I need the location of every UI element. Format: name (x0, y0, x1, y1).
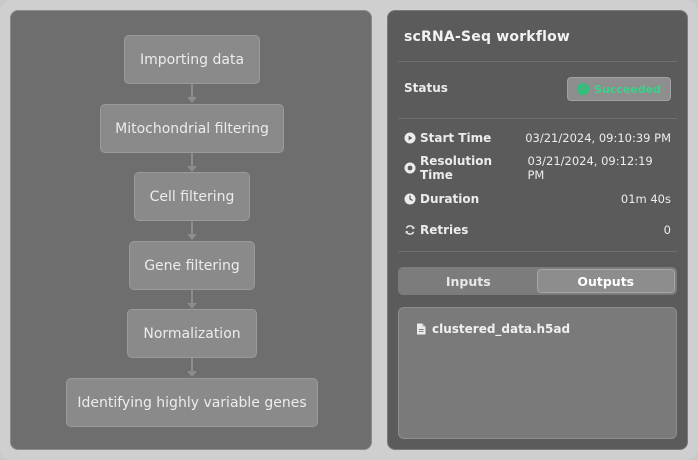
resolution-time-value: 03/21/2024, 09:12:19 PM (527, 154, 653, 182)
workflow-step-normalization[interactable]: Normalization (127, 309, 257, 358)
workflow-details-panel: scRNA-Seq workflow Status ✓ Succeeded St… (387, 10, 688, 450)
file-name: clustered_data.h5ad (432, 322, 571, 336)
tab-inputs[interactable]: Inputs (400, 269, 537, 293)
retry-icon (404, 224, 416, 236)
clock-icon (404, 193, 416, 205)
play-circle-icon (404, 132, 416, 144)
resolution-time-row: Resolution Time 03/21/2024, 09:12:19 PM (404, 154, 671, 182)
status-value: Succeeded (594, 82, 661, 96)
panel-title: scRNA-Seq workflow (404, 29, 571, 45)
workflow-step-mitochondrial-filtering[interactable]: Mitochondrial filtering (100, 104, 284, 153)
tab-outputs[interactable]: Outputs (536, 269, 675, 293)
retries-row: Retries 0 (404, 220, 671, 240)
connector-line (191, 290, 193, 304)
duration-row: Duration 01m 40s (404, 189, 671, 209)
resolution-time-label: Resolution Time (420, 154, 493, 182)
retries-value: 0 (663, 223, 671, 237)
workflow-step-identifying-hvg[interactable]: Identifying highly variable genes (66, 378, 318, 427)
start-time-row: Start Time 03/21/2024, 09:10:39 PM (404, 128, 671, 148)
arrow-down-icon (187, 234, 197, 240)
divider (398, 61, 677, 62)
status-badge: ✓ Succeeded (567, 77, 671, 101)
duration-label: Duration (420, 192, 480, 206)
file-item[interactable]: clustered_data.h5ad (416, 322, 570, 336)
app-window: Importing data Mitochondrial filtering C… (0, 0, 698, 460)
divider (398, 118, 677, 119)
start-time-label: Start Time (420, 131, 492, 145)
duration-value: 01m 40s (620, 192, 671, 206)
workflow-step-importing-data[interactable]: Importing data (124, 35, 260, 84)
arrow-down-icon (187, 371, 197, 377)
retries-label: Retries (420, 223, 469, 237)
connector-line (191, 84, 193, 98)
check-circle-icon: ✓ (577, 83, 590, 95)
io-tabs: Inputs Outputs (398, 267, 677, 295)
start-time-value: 03/21/2024, 09:10:39 PM (525, 131, 671, 145)
divider (398, 251, 677, 252)
file-icon (416, 323, 426, 335)
workflow-step-cell-filtering[interactable]: Cell filtering (134, 172, 250, 221)
workflow-graph-panel: Importing data Mitochondrial filtering C… (10, 10, 372, 450)
connector-line (191, 358, 193, 372)
workflow-step-gene-filtering[interactable]: Gene filtering (129, 241, 255, 290)
arrow-down-icon (187, 97, 197, 103)
outputs-list: clustered_data.h5ad (398, 307, 677, 439)
stop-circle-icon (404, 162, 416, 174)
connector-line (191, 153, 193, 167)
status-label: Status (404, 81, 448, 95)
connector-line (191, 221, 193, 235)
